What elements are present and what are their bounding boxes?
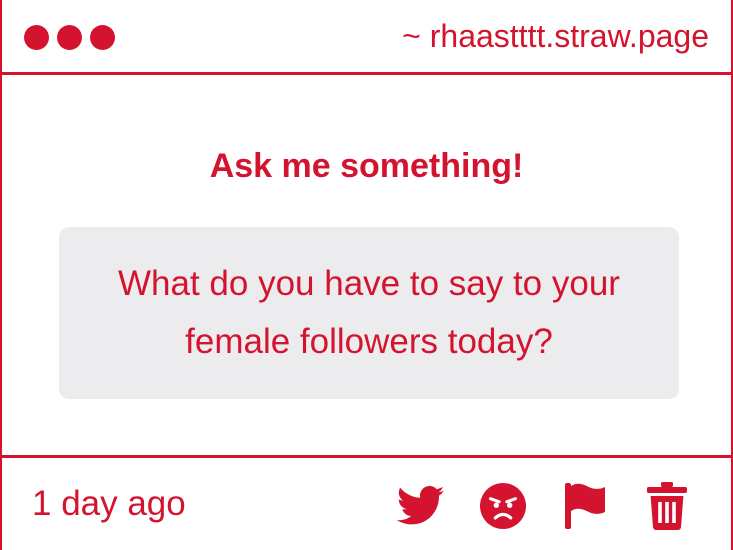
window-titlebar: ~ rhaastttt.straw.page [2, 0, 731, 75]
flag-icon [565, 483, 605, 529]
window-maximize-button[interactable] [90, 25, 115, 50]
trash-icon [647, 482, 687, 530]
page-title: Ask me something! [209, 147, 524, 185]
window-close-button[interactable] [24, 25, 49, 50]
question-text: What do you have to say to your female f… [118, 264, 620, 361]
share-twitter-button[interactable] [397, 482, 445, 530]
delete-button[interactable] [643, 482, 691, 530]
question-card: ~ rhaastttt.straw.page Ask me something!… [0, 0, 733, 550]
twitter-icon [397, 486, 445, 525]
timestamp: 1 day ago [32, 484, 186, 523]
action-bar [397, 482, 691, 530]
card-footer: 1 day ago [2, 455, 731, 550]
window-minimize-button[interactable] [57, 25, 82, 50]
react-angry-button[interactable] [479, 482, 527, 530]
angry-face-icon [480, 483, 526, 529]
report-button[interactable] [561, 482, 609, 530]
main-content: Ask me something! What do you have to sa… [2, 78, 731, 456]
window-controls [24, 25, 115, 50]
question-box: What do you have to say to your female f… [59, 227, 679, 399]
page-url[interactable]: ~ rhaastttt.straw.page [402, 16, 709, 56]
